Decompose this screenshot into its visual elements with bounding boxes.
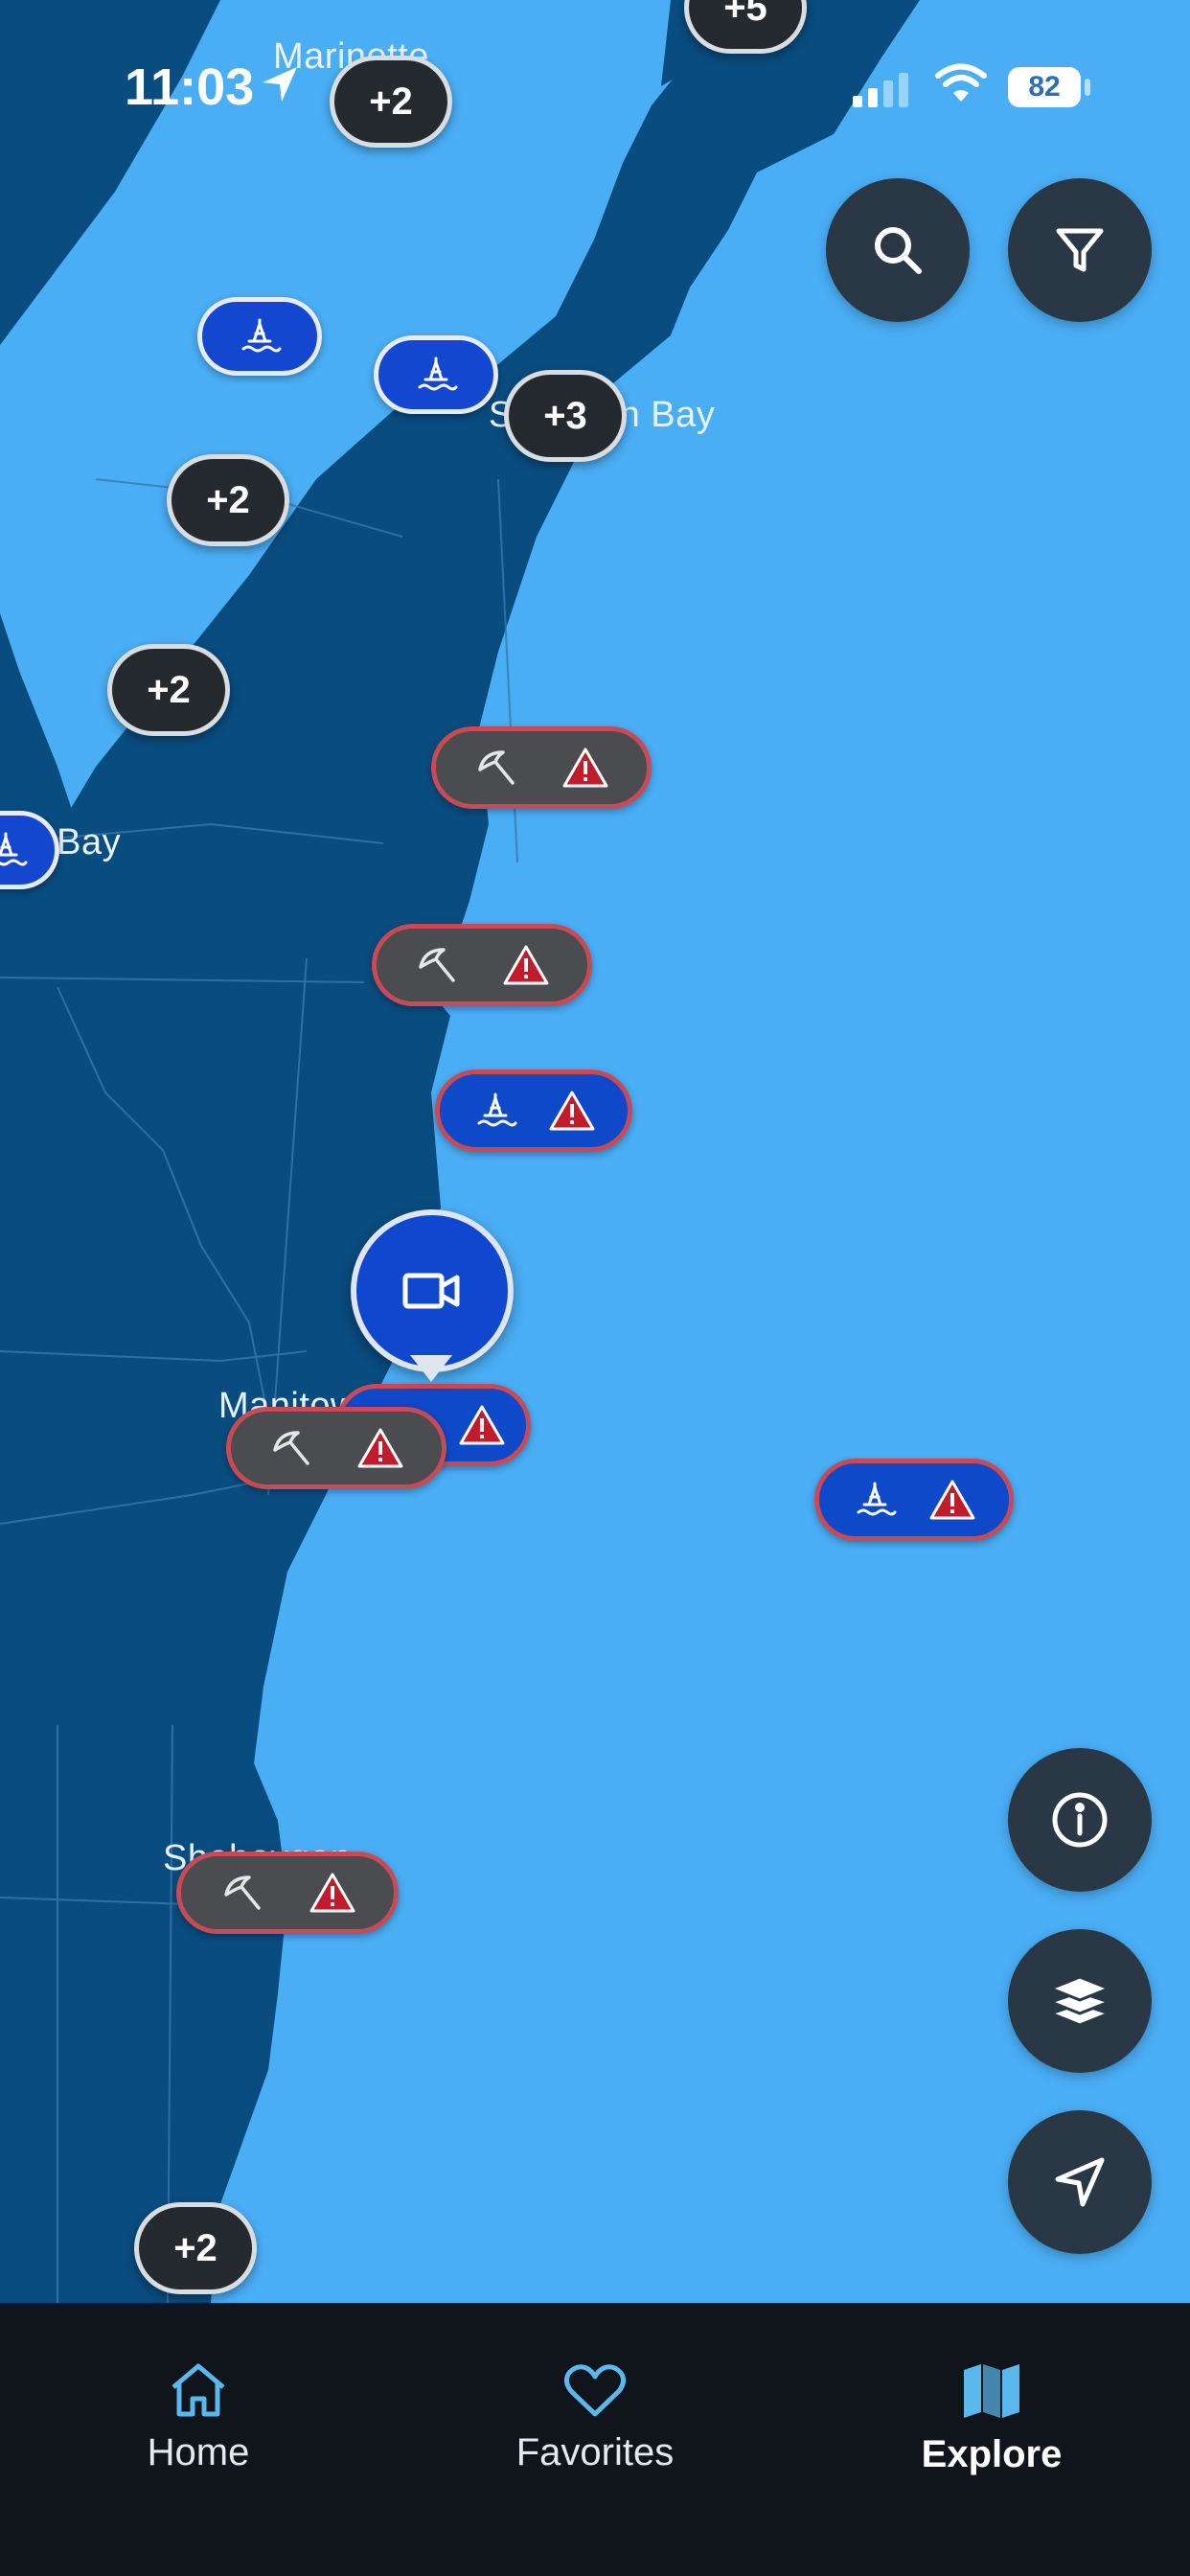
map-layers-button[interactable]	[1008, 1929, 1152, 2073]
buoy-icon	[241, 318, 282, 353]
filter-icon	[1056, 228, 1104, 272]
webcam-pin[interactable]	[351, 1209, 514, 1401]
tab-home-label: Home	[147, 2431, 250, 2473]
warning-icon	[459, 1405, 505, 1445]
umbrella-icon	[223, 1875, 261, 1910]
warning-icon	[357, 1428, 403, 1468]
map-view[interactable]: Marinette Sturgeon Bay Green Bay Manitow…	[0, 0, 1190, 2303]
umbrella-icon	[478, 750, 515, 785]
tab-explore-label: Explore	[921, 2433, 1063, 2475]
buoy-icon	[477, 1092, 516, 1127]
buoy-marker[interactable]	[197, 297, 322, 376]
beach-alert-marker[interactable]	[431, 726, 652, 809]
warning-icon	[562, 748, 608, 788]
info-icon	[1052, 1792, 1108, 1848]
buoy-icon	[857, 1482, 897, 1516]
location-arrow-icon	[263, 67, 297, 102]
cluster-marker[interactable]: +2	[167, 454, 289, 546]
warning-icon	[549, 1091, 594, 1131]
bottom-tab-bar: Home Favorites Explore	[0, 2303, 1190, 2576]
warning-icon	[929, 1480, 975, 1520]
beach-alert-marker[interactable]	[226, 1407, 446, 1489]
buoy-alert-marker[interactable]	[814, 1459, 1014, 1541]
tab-favorites-label: Favorites	[515, 2431, 675, 2473]
filter-button[interactable]	[1008, 178, 1152, 322]
battery-level: 82	[1008, 67, 1081, 107]
warning-icon	[503, 945, 549, 985]
umbrella-icon	[273, 1431, 309, 1465]
wifi-icon	[935, 63, 987, 102]
tab-home[interactable]: Home	[0, 2303, 397, 2576]
map-icon	[964, 2364, 1019, 2418]
navigation-arrow-icon	[1055, 2157, 1105, 2207]
cellular-signal-icon	[853, 73, 908, 107]
cluster-marker[interactable]: +3	[504, 370, 627, 462]
search-icon	[875, 227, 922, 274]
webcam-pin-tail	[410, 1355, 452, 1382]
heart-icon	[563, 2364, 627, 2417]
status-bar: 11:03 82	[0, 0, 1190, 172]
tab-explore[interactable]: Explore	[793, 2303, 1190, 2576]
webcam-pin-circle	[351, 1209, 514, 1372]
cluster-marker[interactable]: +2	[107, 644, 230, 736]
video-camera-icon	[402, 1273, 460, 1309]
status-time: 11:03	[125, 58, 255, 116]
beach-alert-marker[interactable]	[176, 1852, 399, 1934]
buoy-marker[interactable]	[374, 335, 498, 414]
search-button[interactable]	[826, 178, 970, 322]
umbrella-icon	[419, 948, 455, 982]
buoy-icon	[0, 832, 28, 866]
home-icon	[172, 2363, 225, 2417]
battery-cap	[1085, 79, 1090, 96]
warning-icon	[309, 1873, 355, 1913]
explore-screen: Marinette Sturgeon Bay Green Bay Manitow…	[0, 0, 1190, 2576]
cluster-marker[interactable]: +2	[134, 2202, 257, 2294]
info-button[interactable]	[1008, 1748, 1152, 1892]
my-location-button[interactable]	[1008, 2110, 1152, 2254]
buoy-icon	[418, 356, 458, 391]
beach-alert-marker[interactable]	[372, 924, 592, 1006]
tab-favorites[interactable]: Favorites	[397, 2303, 793, 2576]
layers-icon	[1049, 1975, 1110, 2027]
buoy-alert-marker[interactable]	[435, 1070, 632, 1152]
